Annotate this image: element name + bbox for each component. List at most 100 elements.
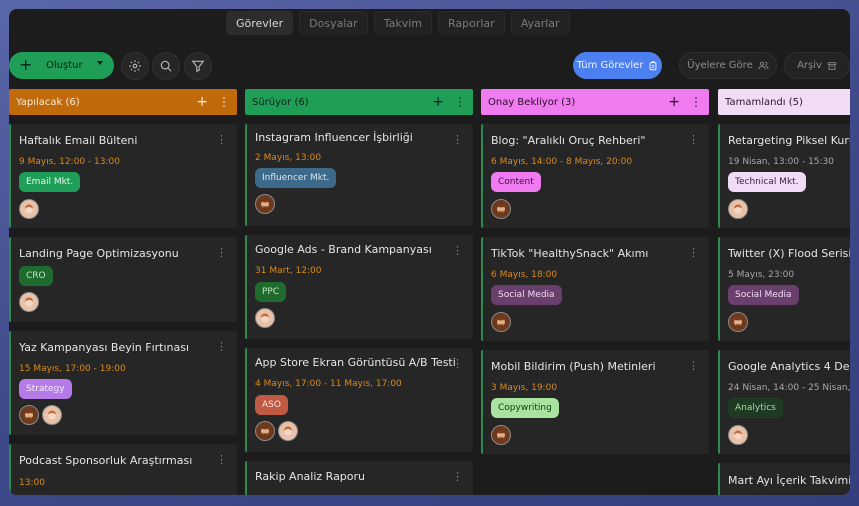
column-pending-approval: Onay Bekliyor (3) + ⋮ Blog: "Aralıklı Or…: [481, 89, 709, 454]
more-icon[interactable]: ⋮: [218, 96, 230, 108]
tab-ayarlar[interactable]: Ayarlar: [510, 11, 570, 35]
task-card[interactable]: Blog: "Aralıklı Oruç Rehberi" ⋮ 6 Mayıs,…: [481, 124, 709, 228]
task-card[interactable]: Mobil Bildirim (Push) Metinleri ⋮ 3 Mayı…: [481, 350, 709, 454]
tag-aso: ASO: [255, 395, 288, 415]
kanban-board: Yapılacak (6) + ⋮ Haftalık Email Bülteni…: [9, 89, 850, 495]
more-icon[interactable]: ⋮: [688, 246, 699, 259]
tag-strategy: Strategy: [19, 379, 72, 399]
app-window: Görevler Dosyalar Takvim Raporlar Ayarla…: [9, 9, 850, 495]
filter-button[interactable]: [184, 52, 212, 80]
tag-copywriting: Copywriting: [491, 398, 559, 418]
more-icon[interactable]: ⋮: [216, 133, 227, 146]
task-card[interactable]: Mart Ayı İçerik Takvimi: [718, 463, 850, 495]
card-title: Instagram Influencer İşbirliği: [255, 131, 413, 144]
avatar-male-icon: [491, 199, 511, 219]
card-date: 15 Mayıs, 17:00 - 19:00: [19, 364, 126, 374]
more-icon[interactable]: ⋮: [216, 453, 227, 466]
archive-button[interactable]: Arşiv: [784, 52, 850, 79]
clipboard-icon: [650, 60, 657, 70]
tab-gorevler[interactable]: Görevler: [226, 11, 294, 35]
tag-social-media: Social Media: [491, 285, 562, 305]
tag-analytics: Analytics: [728, 398, 783, 418]
search-button[interactable]: [152, 52, 180, 80]
task-card[interactable]: Twitter (X) Flood Serisi 5 Mayıs, 23:00 …: [718, 237, 850, 341]
column-header-pending-approval: Onay Bekliyor (3) + ⋮: [481, 89, 709, 115]
card-date: 4 Mayıs, 17:00 - 11 Mayıs, 17:00: [255, 379, 402, 389]
filter-icon: [191, 60, 205, 73]
more-icon[interactable]: ⋮: [216, 340, 227, 353]
task-card[interactable]: Podcast Sponsorluk Araştırması ⋮ 13:00: [9, 444, 237, 495]
task-card[interactable]: Google Ads - Brand Kampanyası ⋮ 31 Mart,…: [245, 235, 473, 339]
add-card-icon[interactable]: +: [432, 95, 444, 109]
card-title: Blog: "Aralıklı Oruç Rehberi": [491, 134, 646, 147]
more-icon[interactable]: ⋮: [452, 244, 463, 257]
column-title: Onay Bekliyor (3): [488, 96, 576, 108]
tab-takvim[interactable]: Takvim: [373, 11, 432, 35]
card-avatars: [728, 199, 748, 219]
task-card[interactable]: Instagram Influencer İşbirliği ⋮ 2 Mayıs…: [245, 124, 473, 226]
by-members-button[interactable]: Üyelere Göre: [679, 52, 777, 79]
more-icon[interactable]: ⋮: [452, 357, 463, 370]
tab-dosyalar[interactable]: Dosyalar: [299, 11, 368, 35]
task-card[interactable]: Retargeting Piksel Kuru 19 Nisan, 13:00 …: [718, 124, 850, 228]
card-date: 6 Mayıs, 18:00: [491, 270, 558, 280]
more-icon[interactable]: ⋮: [452, 133, 463, 146]
card-date: 5 Mayıs, 23:00: [728, 270, 795, 280]
more-icon[interactable]: ⋮: [216, 246, 227, 259]
card-date: 6 Mayıs, 14:00 - 8 Mayıs, 20:00: [491, 157, 633, 167]
column-in-progress: Sürüyor (6) + ⋮ Instagram Influencer İşb…: [245, 89, 473, 495]
column-todo: Yapılacak (6) + ⋮ Haftalık Email Bülteni…: [9, 89, 237, 495]
avatar-female-icon: [278, 421, 298, 441]
tag-content: Content: [491, 172, 541, 192]
avatar-male-icon: [491, 312, 511, 332]
tag-influencer-mkt: Influencer Mkt.: [255, 168, 337, 188]
avatar-female-icon: [19, 292, 39, 312]
tag-technical-mkt: Technical Mkt.: [728, 172, 806, 192]
card-date: 3 Mayıs, 19:00: [491, 383, 558, 393]
add-card-icon[interactable]: +: [668, 95, 680, 109]
chevron-down-icon[interactable]: [97, 61, 103, 65]
card-title: Rakip Analiz Raporu: [255, 470, 366, 483]
tab-raporlar[interactable]: Raporlar: [437, 11, 505, 35]
task-card[interactable]: Rakip Analiz Raporu ⋮: [245, 461, 473, 495]
card-avatars: [491, 425, 511, 445]
avatar-female-icon: [728, 199, 748, 219]
avatar-female-icon: [728, 425, 748, 445]
card-title: Haftalık Email Bülteni: [19, 134, 138, 147]
card-title: TikTok "HealthySnack" Akımı: [491, 247, 649, 260]
column-header-todo: Yapılacak (6) + ⋮: [9, 89, 237, 115]
card-avatars: [255, 194, 275, 214]
gear-icon: [129, 60, 141, 72]
settings-button[interactable]: [121, 52, 149, 80]
more-icon[interactable]: ⋮: [690, 96, 702, 108]
card-title: Mart Ayı İçerik Takvimi: [728, 474, 850, 487]
task-card[interactable]: Google Analytics 4 Den 24 Nisan, 14:00 -…: [718, 350, 850, 454]
create-button[interactable]: + Oluştur: [9, 52, 114, 79]
more-icon[interactable]: ⋮: [454, 96, 466, 108]
more-icon[interactable]: ⋮: [452, 470, 463, 483]
all-tasks-button[interactable]: Tüm Görevler: [573, 52, 662, 79]
task-card[interactable]: App Store Ekran Görüntüsü A/B Testi ⋮ 4 …: [245, 348, 473, 452]
column-header-done: Tamamlandı (5): [718, 89, 850, 115]
card-date: 2 Mayıs, 13:00: [255, 153, 322, 163]
card-avatars: [728, 312, 748, 332]
column-title: Tamamlandı (5): [725, 96, 803, 108]
avatar-male-icon: [255, 421, 275, 441]
task-card[interactable]: Yaz Kampanyası Beyin Fırtınası ⋮ 15 Mayı…: [9, 331, 237, 435]
more-icon[interactable]: ⋮: [688, 359, 699, 372]
task-card[interactable]: Haftalık Email Bülteni ⋮ 9 Mayıs, 12:00 …: [9, 124, 237, 228]
card-date: 31 Mart, 12:00: [255, 266, 322, 276]
task-card[interactable]: TikTok "HealthySnack" Akımı ⋮ 6 Mayıs, 1…: [481, 237, 709, 341]
add-card-icon[interactable]: +: [196, 95, 208, 109]
task-card[interactable]: Landing Page Optimizasyonu ⋮ CRO: [9, 237, 237, 322]
tag-cro: CRO: [19, 266, 53, 286]
avatar-female-icon: [19, 199, 39, 219]
more-icon[interactable]: ⋮: [688, 133, 699, 146]
card-title: Yaz Kampanyası Beyin Fırtınası: [19, 341, 190, 354]
users-icon: [758, 61, 769, 70]
tag-social-media: Social Media: [728, 285, 799, 305]
card-date: 13:00: [19, 478, 45, 488]
card-title: App Store Ekran Görüntüsü A/B Testi: [255, 356, 456, 369]
card-avatars: [728, 425, 748, 445]
avatar-male-icon: [491, 425, 511, 445]
